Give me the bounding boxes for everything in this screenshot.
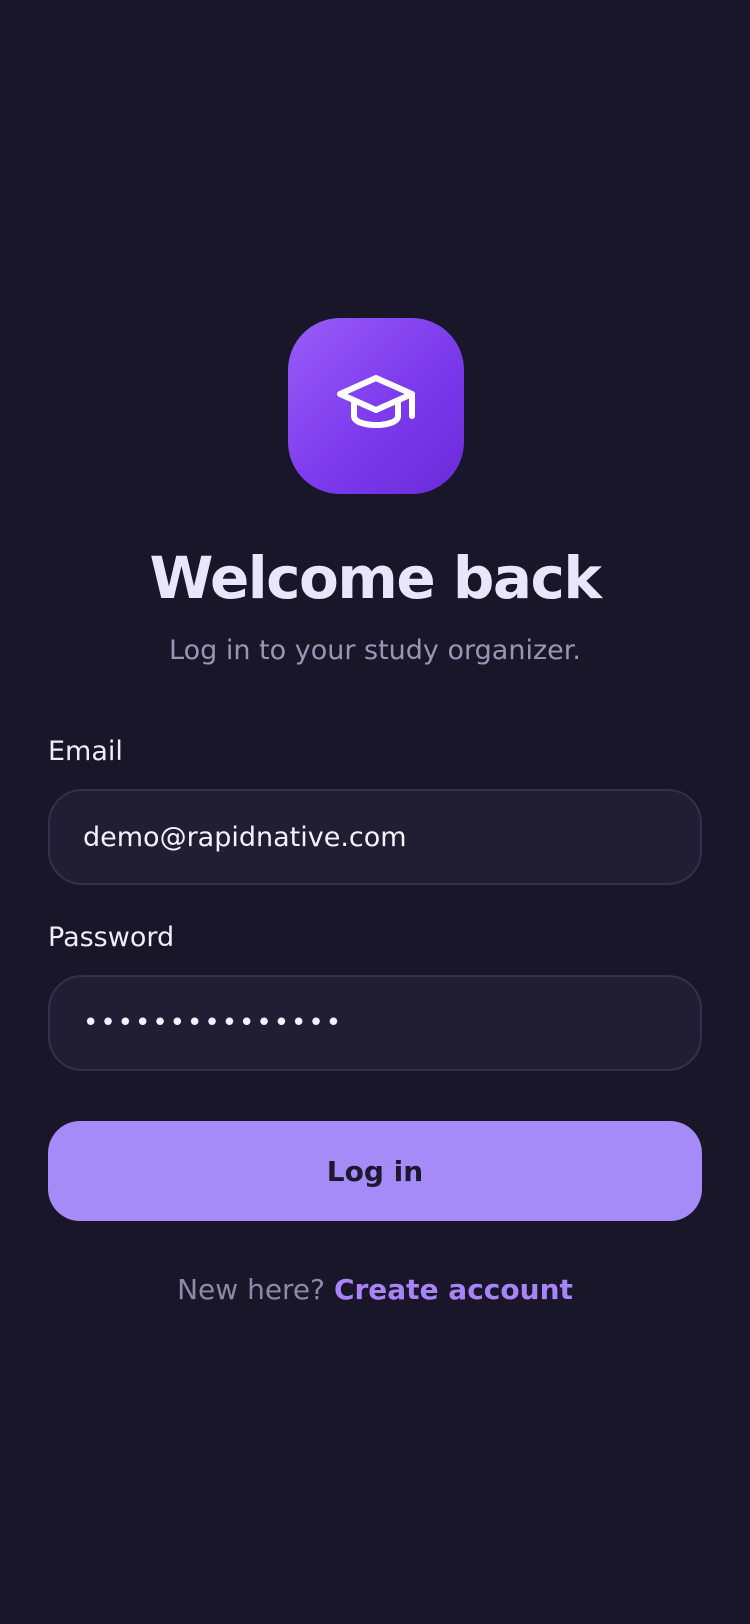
signup-prompt: New here? Create account (0, 1270, 750, 1310)
email-value: demo@rapidnative.com (83, 821, 407, 853)
password-value: ••••••••••••••• (83, 1008, 344, 1038)
graduation-cap-icon (334, 364, 418, 448)
password-field[interactable]: ••••••••••••••• (48, 975, 702, 1071)
page-subtitle: Log in to your study organizer. (169, 635, 581, 666)
password-label: Password (48, 922, 175, 953)
app-logo (288, 318, 464, 494)
login-button-label: Log in (326, 1154, 424, 1188)
login-button[interactable]: Log in (48, 1121, 702, 1221)
email-field[interactable]: demo@rapidnative.com (48, 789, 702, 885)
create-account-link[interactable]: Create account (334, 1273, 573, 1306)
page-title: Welcome back (149, 544, 602, 612)
login-screen: Welcome back Log in to your study organi… (0, 0, 750, 1624)
email-label: Email (48, 736, 123, 767)
signup-prompt-text: New here? (177, 1273, 326, 1306)
